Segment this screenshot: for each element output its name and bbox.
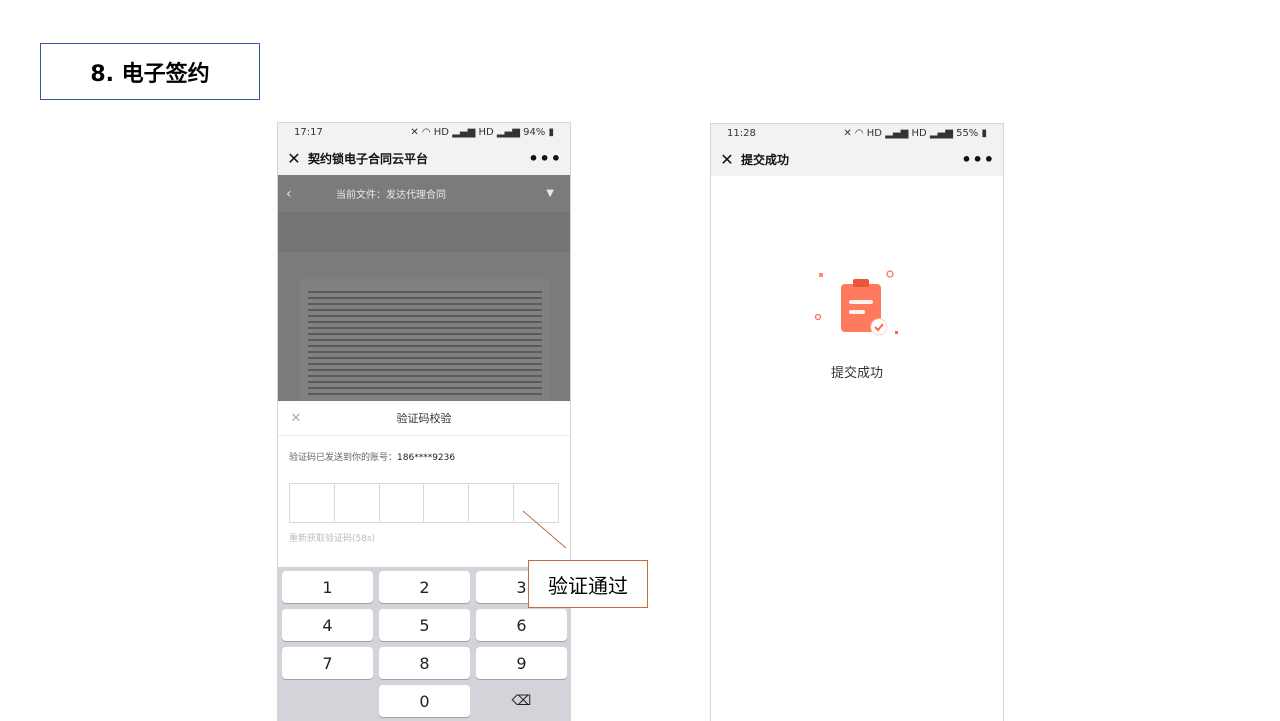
chevron-down-icon[interactable]: ▼ <box>546 188 554 199</box>
status-icons: ✕ ◠ HD ▂▄▆ HD ▂▄▆ 94% ▮ <box>410 126 554 138</box>
nav-title: 契约锁电子合同云平台 <box>308 151 429 166</box>
code-sent-text: 验证码已发送到你的账号：186****9236 <box>278 436 570 463</box>
code-digit-box[interactable] <box>335 484 380 522</box>
code-digit-box[interactable] <box>290 484 335 522</box>
backspace-icon[interactable]: ⌫ <box>476 685 567 717</box>
key-5[interactable]: 5 <box>379 609 470 641</box>
document-bar: ‹ 当前文件：发达代理合同 ▼ <box>278 175 570 212</box>
numeric-keypad: 1 2 3 4 5 6 7 8 9 0 ⌫ <box>278 567 570 721</box>
key-2[interactable]: 2 <box>379 571 470 603</box>
status-icons: ✕ ◠ HD ▂▄▆ HD ▂▄▆ 55% ▮ <box>843 127 987 139</box>
close-icon[interactable]: ✕ <box>286 149 302 168</box>
status-bar: 11:28 ✕ ◠ HD ▂▄▆ HD ▂▄▆ 55% ▮ <box>711 124 1003 142</box>
code-digit-box[interactable] <box>424 484 470 522</box>
status-bar: 17:17 ✕ ◠ HD ▂▄▆ HD ▂▄▆ 94% ▮ <box>278 123 570 141</box>
key-blank <box>282 685 373 717</box>
more-icon[interactable]: ••• <box>961 150 995 169</box>
more-icon[interactable]: ••• <box>528 149 562 168</box>
status-time: 17:17 <box>294 126 323 138</box>
back-icon[interactable]: ‹ <box>286 186 306 202</box>
clipboard-success-icon <box>814 270 898 336</box>
verification-sheet: ✕ 验证码校验 验证码已发送到你的账号：186****9236 重新获取验证码(… <box>278 401 570 567</box>
callout-box: 验证通过 <box>528 560 648 608</box>
masked-phone-number: 186****9236 <box>397 453 456 463</box>
key-9[interactable]: 9 <box>476 647 567 679</box>
sheet-title: 验证码校验 <box>396 412 452 425</box>
document-page <box>300 279 550 401</box>
code-sent-prefix: 验证码已发送到你的账号： <box>289 453 398 463</box>
code-digit-box[interactable] <box>380 484 425 522</box>
phone-screenshot-success: 11:28 ✕ ◠ HD ▂▄▆ HD ▂▄▆ 55% ▮ ✕ 提交成功 •••… <box>710 123 1004 721</box>
key-8[interactable]: 8 <box>379 647 470 679</box>
resend-code-link[interactable]: 重新获取验证码(58s) <box>278 523 570 552</box>
nav-bar: ✕ 提交成功 ••• <box>711 142 1003 176</box>
document-toolbar <box>278 212 570 252</box>
nav-title: 提交成功 <box>741 152 790 167</box>
close-icon[interactable]: ✕ <box>719 150 735 169</box>
key-4[interactable]: 4 <box>282 609 373 641</box>
key-6[interactable]: 6 <box>476 609 567 641</box>
code-digit-box[interactable] <box>514 484 558 522</box>
current-document-label: 当前文件：发达代理合同 <box>336 190 446 201</box>
success-message: 提交成功 <box>830 366 883 381</box>
sheet-close-icon[interactable]: ✕ <box>278 411 314 426</box>
status-time: 11:28 <box>727 127 756 139</box>
code-input[interactable] <box>289 483 559 523</box>
key-7[interactable]: 7 <box>282 647 373 679</box>
document-viewer-dimmed: ‹ 当前文件：发达代理合同 ▼ <box>278 175 570 401</box>
code-digit-box[interactable] <box>469 484 515 522</box>
sheet-header: ✕ 验证码校验 <box>278 401 570 436</box>
callout-connector <box>522 510 567 549</box>
slide-title: 8. 电子签约 <box>40 43 260 100</box>
key-1[interactable]: 1 <box>282 571 373 603</box>
phone-screenshot-verification: 17:17 ✕ ◠ HD ▂▄▆ HD ▂▄▆ 94% ▮ ✕ 契约锁电子合同云… <box>277 122 571 721</box>
nav-bar: ✕ 契约锁电子合同云平台 ••• <box>278 141 570 175</box>
key-0[interactable]: 0 <box>379 685 470 717</box>
